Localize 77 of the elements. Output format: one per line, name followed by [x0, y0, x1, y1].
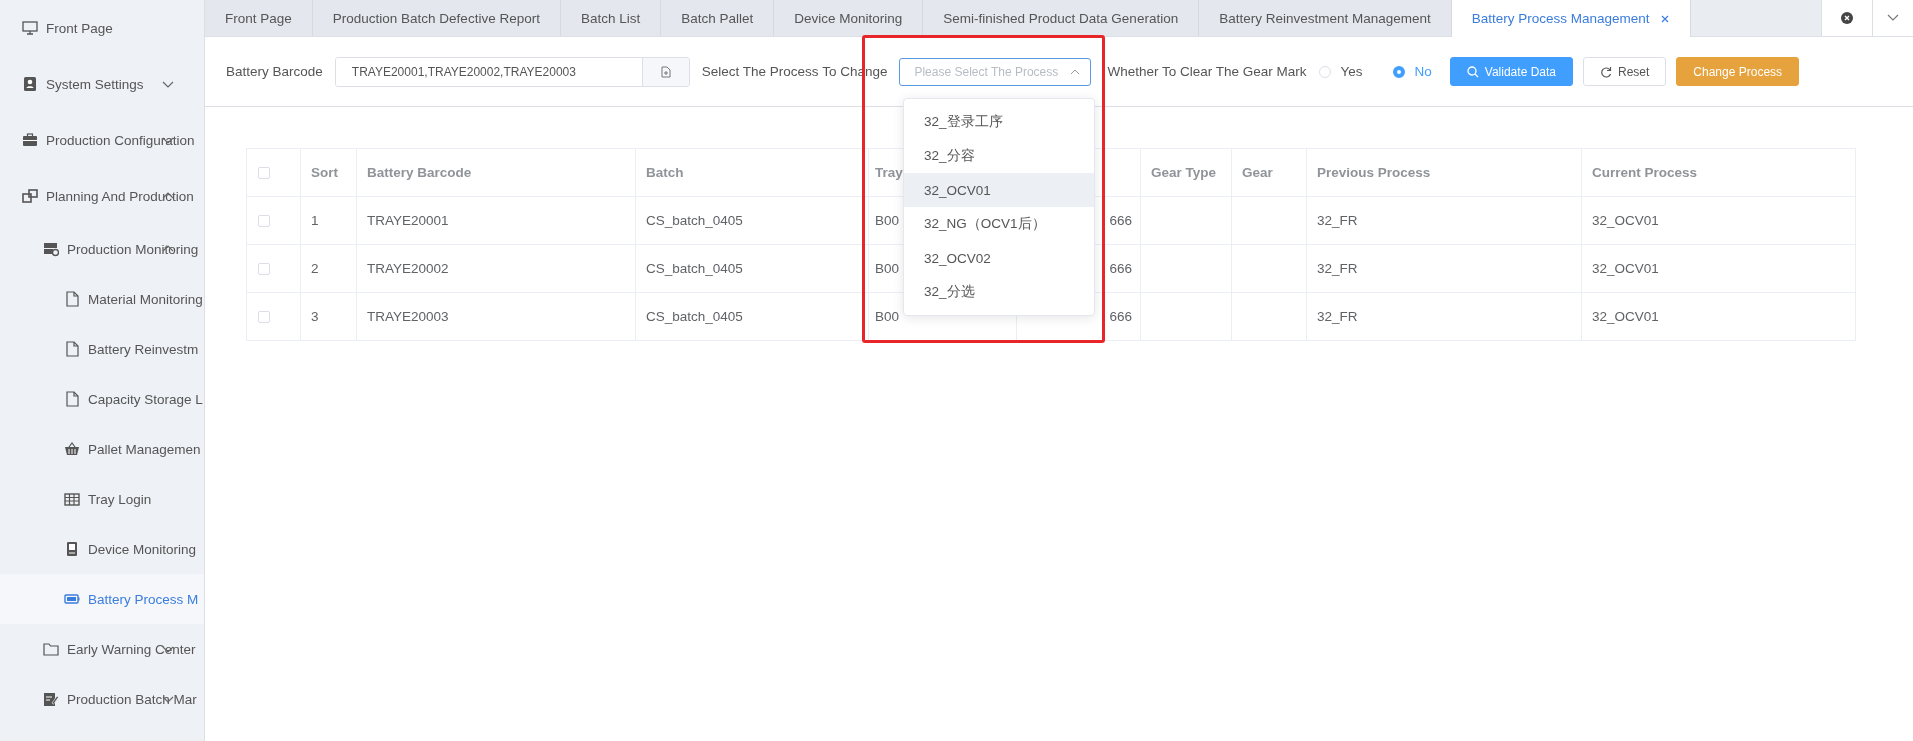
table-cell: 32_FR	[1306, 196, 1582, 245]
close-all-icon[interactable]	[1841, 12, 1853, 24]
radio-label[interactable]: Yes	[1340, 64, 1363, 79]
caret-down-icon[interactable]	[1887, 14, 1899, 22]
sidebar-item[interactable]: Front Page	[0, 0, 204, 56]
tab[interactable]: Battery Process Management	[1451, 0, 1691, 37]
battery-icon	[64, 591, 80, 607]
tab[interactable]: Front Page	[205, 0, 313, 36]
edit-document-icon	[43, 691, 59, 707]
close-icon[interactable]	[1659, 13, 1670, 24]
contact-card-icon	[22, 76, 38, 92]
sidebar-item[interactable]: Pallet Managemen	[0, 424, 204, 474]
column-header: Battery Barcode	[356, 148, 636, 197]
sidebar-item[interactable]: Tray Login	[0, 474, 204, 524]
table-cell: 2	[300, 244, 357, 293]
action-button[interactable]: Reset	[1583, 57, 1667, 86]
table-icon	[64, 491, 80, 507]
sidebar-item[interactable]: Production Configuration	[0, 112, 204, 168]
table-cell: CS_batch_0405	[635, 292, 869, 341]
field-label: Whether To Clear The Gear Mark	[1107, 64, 1307, 79]
radio-button[interactable]	[1392, 65, 1405, 78]
tab[interactable]: Production Batch Defective Report	[312, 0, 561, 36]
table-cell: CS_batch_0405	[635, 244, 869, 293]
dropdown-option[interactable]: 32_登录工序	[904, 105, 1094, 139]
basket-icon	[64, 441, 80, 457]
tab[interactable]: Battery Reinvestment Management	[1199, 0, 1452, 36]
table-cell: TRAYE20001	[356, 196, 636, 245]
checkbox[interactable]	[258, 310, 270, 323]
refresh-icon	[1600, 65, 1612, 78]
tab[interactable]: Semi-finished Product Data Generation	[923, 0, 1200, 36]
briefcase-icon	[22, 132, 38, 148]
sidebar-item[interactable]: Capacity Storage L	[0, 374, 204, 424]
search-icon	[1466, 65, 1479, 78]
column-header: Sort	[300, 148, 357, 197]
table-cell: 32_OCV01	[1581, 196, 1856, 245]
folder-icon	[43, 641, 59, 657]
dropdown-option[interactable]: 32_OCV01	[904, 173, 1094, 207]
table-cell: TRAYE20003	[356, 292, 636, 341]
table-cell: 32_OCV01	[1581, 244, 1856, 293]
column-header: Gear	[1231, 148, 1307, 197]
table-cell: 32_FR	[1306, 292, 1582, 341]
file-icon	[64, 341, 80, 357]
sidebar-item[interactable]: Production Monitoring	[0, 224, 204, 274]
table-cell: 3	[300, 292, 357, 341]
sidebar-item[interactable]: Production Batch Mar	[0, 674, 204, 724]
checkbox[interactable]	[258, 214, 270, 227]
monitor-icon	[22, 20, 38, 36]
checkbox[interactable]	[258, 166, 270, 179]
sidebar-item[interactable]: Battery Process M	[0, 574, 204, 624]
sidebar-item[interactable]: Material Monitoring	[0, 274, 204, 324]
table-cell: TRAYE20002	[356, 244, 636, 293]
server-icon	[43, 241, 59, 257]
caret-up-icon	[1070, 68, 1081, 75]
column-header: Gear Type	[1140, 148, 1232, 197]
table-cell: 32_OCV01	[1581, 292, 1856, 341]
windows-icon	[22, 188, 38, 204]
file-icon	[64, 291, 80, 307]
sidebar-item[interactable]: Battery Reinvestm	[0, 324, 204, 374]
table-cell: 32_FR	[1306, 244, 1582, 293]
column-header: Current Process	[1581, 148, 1856, 197]
file-plus-icon[interactable]	[660, 65, 671, 78]
sidebar-item[interactable]: Planning And Production	[0, 168, 204, 224]
tab[interactable]: Device Monitoring	[774, 0, 924, 36]
barcode-field[interactable]: TRAYE20001,TRAYE20002,TRAYE20003	[334, 56, 690, 87]
file-icon	[64, 391, 80, 407]
column-header: Previous Process	[1306, 148, 1582, 197]
sidebar-item[interactable]: Device Monitoring	[0, 524, 204, 574]
table-cell: 1	[300, 196, 357, 245]
device-icon	[64, 541, 80, 557]
sidebar-item[interactable]: System Settings	[0, 56, 204, 112]
checkbox[interactable]	[258, 262, 270, 275]
tab[interactable]: Batch List	[560, 0, 662, 36]
tab[interactable]: Batch Pallet	[661, 0, 775, 36]
table-cell: CS_batch_0405	[635, 196, 869, 245]
field-label: Battery Barcode	[226, 64, 323, 79]
sidebar-item[interactable]: Early Warning Center	[0, 624, 204, 674]
column-header: Batch	[635, 148, 869, 197]
